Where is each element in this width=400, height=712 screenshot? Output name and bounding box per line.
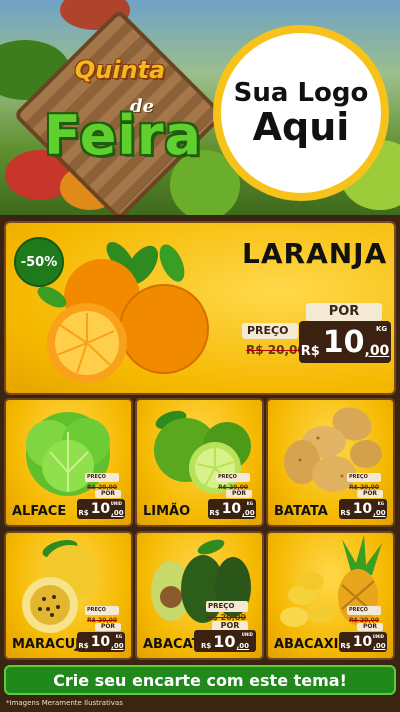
price-currency: R$: [209, 509, 220, 517]
price-integer: 10: [221, 501, 242, 517]
product-name: ALFACE: [12, 504, 67, 519]
price-integer: 10: [90, 501, 111, 517]
old-price: R$ 20,00: [246, 343, 306, 357]
por-label: POR: [357, 623, 383, 631]
price-currency: R$: [78, 509, 89, 517]
price-decimal: ,00: [111, 642, 124, 650]
product-price: R$ 10 ,00 UNID: [77, 499, 125, 519]
price-unit: UNID: [241, 632, 253, 637]
logo-placeholder[interactable]: Sua Logo Aqui: [213, 25, 389, 201]
title-feira: Feira: [44, 104, 202, 167]
price-currency: R$: [201, 642, 212, 650]
product-price: R$ 10 ,00 KG: [339, 499, 387, 519]
disclaimer-text: *Imagens Meramente Ilustrativas: [6, 699, 123, 707]
title-quinta: Quinta: [74, 56, 166, 84]
price-currency: R$: [340, 642, 351, 650]
price-decimal: ,00: [373, 642, 386, 650]
price-decimal: ,00: [373, 509, 386, 517]
product-name: BATATA: [274, 504, 328, 519]
price-unit: KG: [115, 634, 122, 639]
price-unit: KG: [376, 325, 388, 333]
preco-label: PREÇO: [85, 473, 119, 482]
product-card-limao[interactable]: LIMÃO PREÇO R$ 20,00 POR R$ 10 ,00 KG: [135, 398, 264, 527]
price-unit: KG: [377, 501, 384, 506]
price-currency: R$: [300, 344, 320, 359]
flyer: Quinta de Feira Sua Logo Aqui -50% LARAN…: [0, 0, 400, 712]
price-currency: R$: [340, 509, 351, 517]
logo-text-line2: Aqui: [252, 105, 350, 150]
preco-label: PREÇO: [85, 606, 119, 615]
product-card-abacate[interactable]: ABACATE PREÇO R$ 20,00 POR R$ 10 ,00 UNI…: [135, 531, 264, 660]
product-price: R$ 10 ,00 KG: [77, 632, 125, 652]
preco-label: PREÇO: [242, 323, 298, 339]
preco-label: PREÇO: [206, 601, 248, 612]
price-currency: R$: [78, 642, 89, 650]
preco-label: PREÇO: [347, 606, 381, 615]
logo-text-line1: Sua Logo: [233, 78, 369, 109]
preco-label: PREÇO: [216, 473, 250, 482]
header-banner: Quinta de Feira Sua Logo Aqui: [0, 0, 400, 215]
product-price: R$ 10 ,00 UNID: [339, 632, 387, 652]
por-label: POR: [357, 490, 383, 498]
por-label: POR: [95, 623, 121, 631]
product-name: ABACAXI: [274, 637, 339, 652]
por-label: POR: [95, 490, 121, 498]
price-unit: UNID: [372, 634, 384, 639]
price-integer: 10: [90, 634, 111, 650]
product-card-alface[interactable]: ALFACE PREÇO R$ 20,00 POR R$ 10 ,00 UNID: [4, 398, 133, 527]
product-card-maracuja[interactable]: MARACUJÁ PREÇO R$ 20,00 POR R$ 10 ,00 KG: [4, 531, 133, 660]
price-integer: 10: [213, 632, 236, 651]
price-decimal: ,00: [111, 509, 124, 517]
por-label: POR: [226, 490, 252, 498]
featured-product-card[interactable]: -50% LARANJA POR PREÇO R$ 20,00 R$ 10 ,0…: [4, 221, 396, 395]
price-unit: KG: [246, 501, 253, 506]
price-decimal: ,00: [242, 509, 255, 517]
featured-product-name: LARANJA: [242, 237, 388, 270]
discount-badge: -50%: [14, 237, 64, 287]
price-integer: 10: [352, 501, 373, 517]
price-decimal: ,00: [364, 343, 390, 359]
price-decimal: ,00: [236, 642, 249, 650]
product-name: LIMÃO: [143, 504, 191, 519]
por-label: POR: [306, 303, 382, 321]
product-price: R$ 10 ,00 UNID: [194, 630, 256, 652]
price-integer: 10: [322, 325, 365, 360]
product-card-abacaxi[interactable]: ABACAXI PREÇO R$ 20,00 POR R$ 10 ,00 UNI…: [266, 531, 395, 660]
preco-label: PREÇO: [347, 473, 381, 482]
cta-button[interactable]: Crie seu encarte com este tema!: [4, 665, 396, 695]
product-card-batata[interactable]: BATATA PREÇO R$ 20,00 POR R$ 10 ,00 KG: [266, 398, 395, 527]
price-unit: UNID: [110, 501, 122, 506]
product-price: R$ 10 ,00 KG: [208, 499, 256, 519]
price-integer: 10: [352, 634, 373, 650]
